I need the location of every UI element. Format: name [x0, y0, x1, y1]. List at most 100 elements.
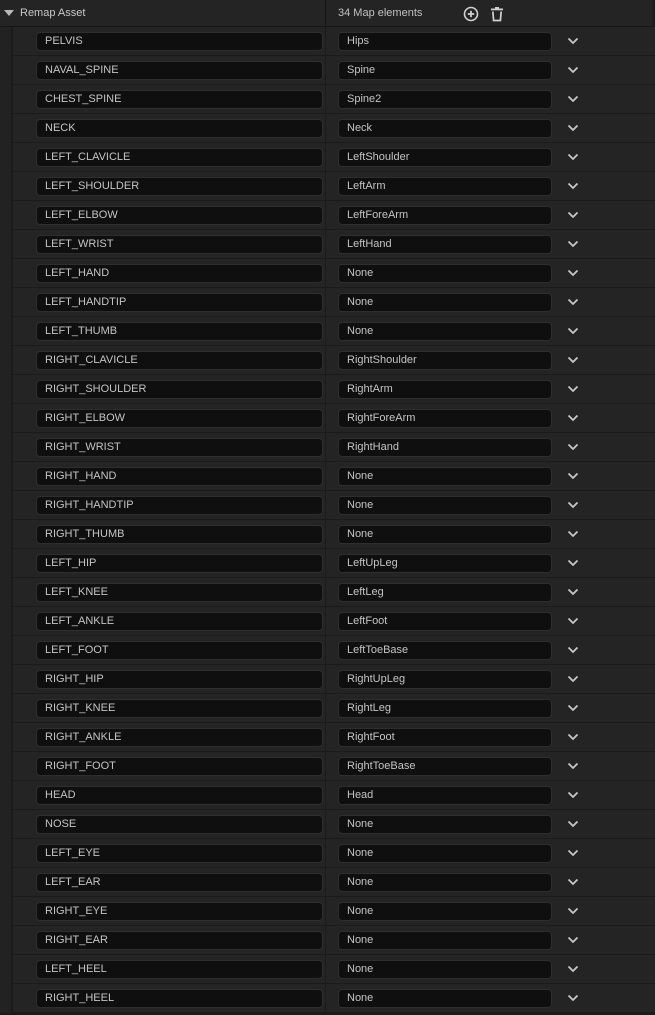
bone-value-field[interactable]: Spine: [338, 61, 552, 80]
column-divider[interactable]: [325, 868, 326, 897]
bone-key-field[interactable]: LEFT_ELBOW: [36, 206, 323, 225]
bone-key-field[interactable]: RIGHT_HANDTIP: [36, 496, 323, 515]
chevron-down-icon[interactable]: [566, 935, 580, 945]
chevron-down-icon[interactable]: [566, 65, 580, 75]
column-divider[interactable]: [325, 0, 326, 27]
bone-key-field[interactable]: RIGHT_FOOT: [36, 757, 323, 776]
bone-value-field[interactable]: LeftHand: [338, 235, 552, 254]
column-divider[interactable]: [325, 230, 326, 259]
chevron-down-icon[interactable]: [566, 239, 580, 249]
chevron-down-icon[interactable]: [566, 500, 580, 510]
bone-value-field[interactable]: Hips: [338, 32, 552, 51]
column-divider[interactable]: [325, 984, 326, 1013]
chevron-down-icon[interactable]: [566, 848, 580, 858]
chevron-down-icon[interactable]: [566, 268, 580, 278]
chevron-down-icon[interactable]: [566, 297, 580, 307]
bone-value-field[interactable]: None: [338, 525, 552, 544]
column-divider[interactable]: [325, 85, 326, 114]
column-divider[interactable]: [325, 810, 326, 839]
chevron-down-icon[interactable]: [566, 123, 580, 133]
bone-value-field[interactable]: LeftUpLeg: [338, 554, 552, 573]
chevron-down-icon[interactable]: [566, 674, 580, 684]
bone-key-field[interactable]: RIGHT_WRIST: [36, 438, 323, 457]
bone-key-field[interactable]: NOSE: [36, 815, 323, 834]
bone-value-field[interactable]: LeftArm: [338, 177, 552, 196]
bone-key-field[interactable]: LEFT_ANKLE: [36, 612, 323, 631]
column-divider[interactable]: [325, 317, 326, 346]
bone-value-field[interactable]: RightToeBase: [338, 757, 552, 776]
bone-value-field[interactable]: LeftShoulder: [338, 148, 552, 167]
column-divider[interactable]: [325, 897, 326, 926]
bone-value-field[interactable]: None: [338, 931, 552, 950]
bone-value-field[interactable]: LeftLeg: [338, 583, 552, 602]
bone-value-field[interactable]: Spine2: [338, 90, 552, 109]
bone-value-field[interactable]: RightArm: [338, 380, 552, 399]
chevron-down-icon[interactable]: [566, 355, 580, 365]
column-divider[interactable]: [325, 114, 326, 143]
column-divider[interactable]: [325, 462, 326, 491]
column-divider[interactable]: [325, 839, 326, 868]
bone-key-field[interactable]: LEFT_WRIST: [36, 235, 323, 254]
bone-value-field[interactable]: None: [338, 293, 552, 312]
column-divider[interactable]: [325, 781, 326, 810]
bone-value-field[interactable]: LeftToeBase: [338, 641, 552, 660]
column-divider[interactable]: [325, 926, 326, 955]
chevron-down-icon[interactable]: [566, 587, 580, 597]
bone-key-field[interactable]: RIGHT_ELBOW: [36, 409, 323, 428]
chevron-down-icon[interactable]: [566, 210, 580, 220]
column-divider[interactable]: [325, 375, 326, 404]
chevron-down-icon[interactable]: [566, 442, 580, 452]
bone-value-field[interactable]: None: [338, 264, 552, 283]
bone-value-field[interactable]: Head: [338, 786, 552, 805]
bone-key-field[interactable]: RIGHT_SHOULDER: [36, 380, 323, 399]
bone-key-field[interactable]: LEFT_CLAVICLE: [36, 148, 323, 167]
bone-key-field[interactable]: LEFT_HANDTIP: [36, 293, 323, 312]
bone-value-field[interactable]: LeftForeArm: [338, 206, 552, 225]
chevron-down-icon[interactable]: [566, 964, 580, 974]
bone-key-field[interactable]: CHEST_SPINE: [36, 90, 323, 109]
column-divider[interactable]: [325, 27, 326, 56]
bone-key-field[interactable]: RIGHT_ANKLE: [36, 728, 323, 747]
bone-value-field[interactable]: RightFoot: [338, 728, 552, 747]
bone-key-field[interactable]: LEFT_EYE: [36, 844, 323, 863]
column-divider[interactable]: [325, 346, 326, 375]
column-divider[interactable]: [325, 665, 326, 694]
column-divider[interactable]: [325, 723, 326, 752]
column-divider[interactable]: [325, 404, 326, 433]
bone-value-field[interactable]: None: [338, 467, 552, 486]
bone-key-field[interactable]: LEFT_HIP: [36, 554, 323, 573]
bone-value-field[interactable]: RightLeg: [338, 699, 552, 718]
column-divider[interactable]: [325, 549, 326, 578]
column-divider[interactable]: [325, 694, 326, 723]
bone-key-field[interactable]: LEFT_SHOULDER: [36, 177, 323, 196]
bone-value-field[interactable]: None: [338, 989, 552, 1008]
chevron-down-icon[interactable]: [566, 645, 580, 655]
bone-value-field[interactable]: None: [338, 496, 552, 515]
bone-key-field[interactable]: RIGHT_HEEL: [36, 989, 323, 1008]
bone-value-field[interactable]: None: [338, 960, 552, 979]
column-divider[interactable]: [325, 172, 326, 201]
chevron-down-icon[interactable]: [566, 819, 580, 829]
column-divider[interactable]: [325, 636, 326, 665]
column-divider[interactable]: [325, 955, 326, 984]
chevron-down-icon[interactable]: [566, 529, 580, 539]
column-divider[interactable]: [325, 491, 326, 520]
bone-key-field[interactable]: HEAD: [36, 786, 323, 805]
bone-key-field[interactable]: LEFT_HAND: [36, 264, 323, 283]
column-divider[interactable]: [325, 752, 326, 781]
chevron-down-icon[interactable]: [566, 36, 580, 46]
bone-value-field[interactable]: RightForeArm: [338, 409, 552, 428]
chevron-down-icon[interactable]: [566, 732, 580, 742]
bone-value-field[interactable]: None: [338, 844, 552, 863]
bone-value-field[interactable]: RightUpLeg: [338, 670, 552, 689]
chevron-down-icon[interactable]: [566, 993, 580, 1003]
bone-value-field[interactable]: LeftFoot: [338, 612, 552, 631]
bone-key-field[interactable]: RIGHT_HIP: [36, 670, 323, 689]
bone-key-field[interactable]: LEFT_THUMB: [36, 322, 323, 341]
chevron-down-icon[interactable]: [566, 152, 580, 162]
bone-key-field[interactable]: LEFT_FOOT: [36, 641, 323, 660]
column-divider[interactable]: [325, 607, 326, 636]
bone-value-field[interactable]: None: [338, 873, 552, 892]
bone-key-field[interactable]: NECK: [36, 119, 323, 138]
chevron-down-icon[interactable]: [566, 384, 580, 394]
